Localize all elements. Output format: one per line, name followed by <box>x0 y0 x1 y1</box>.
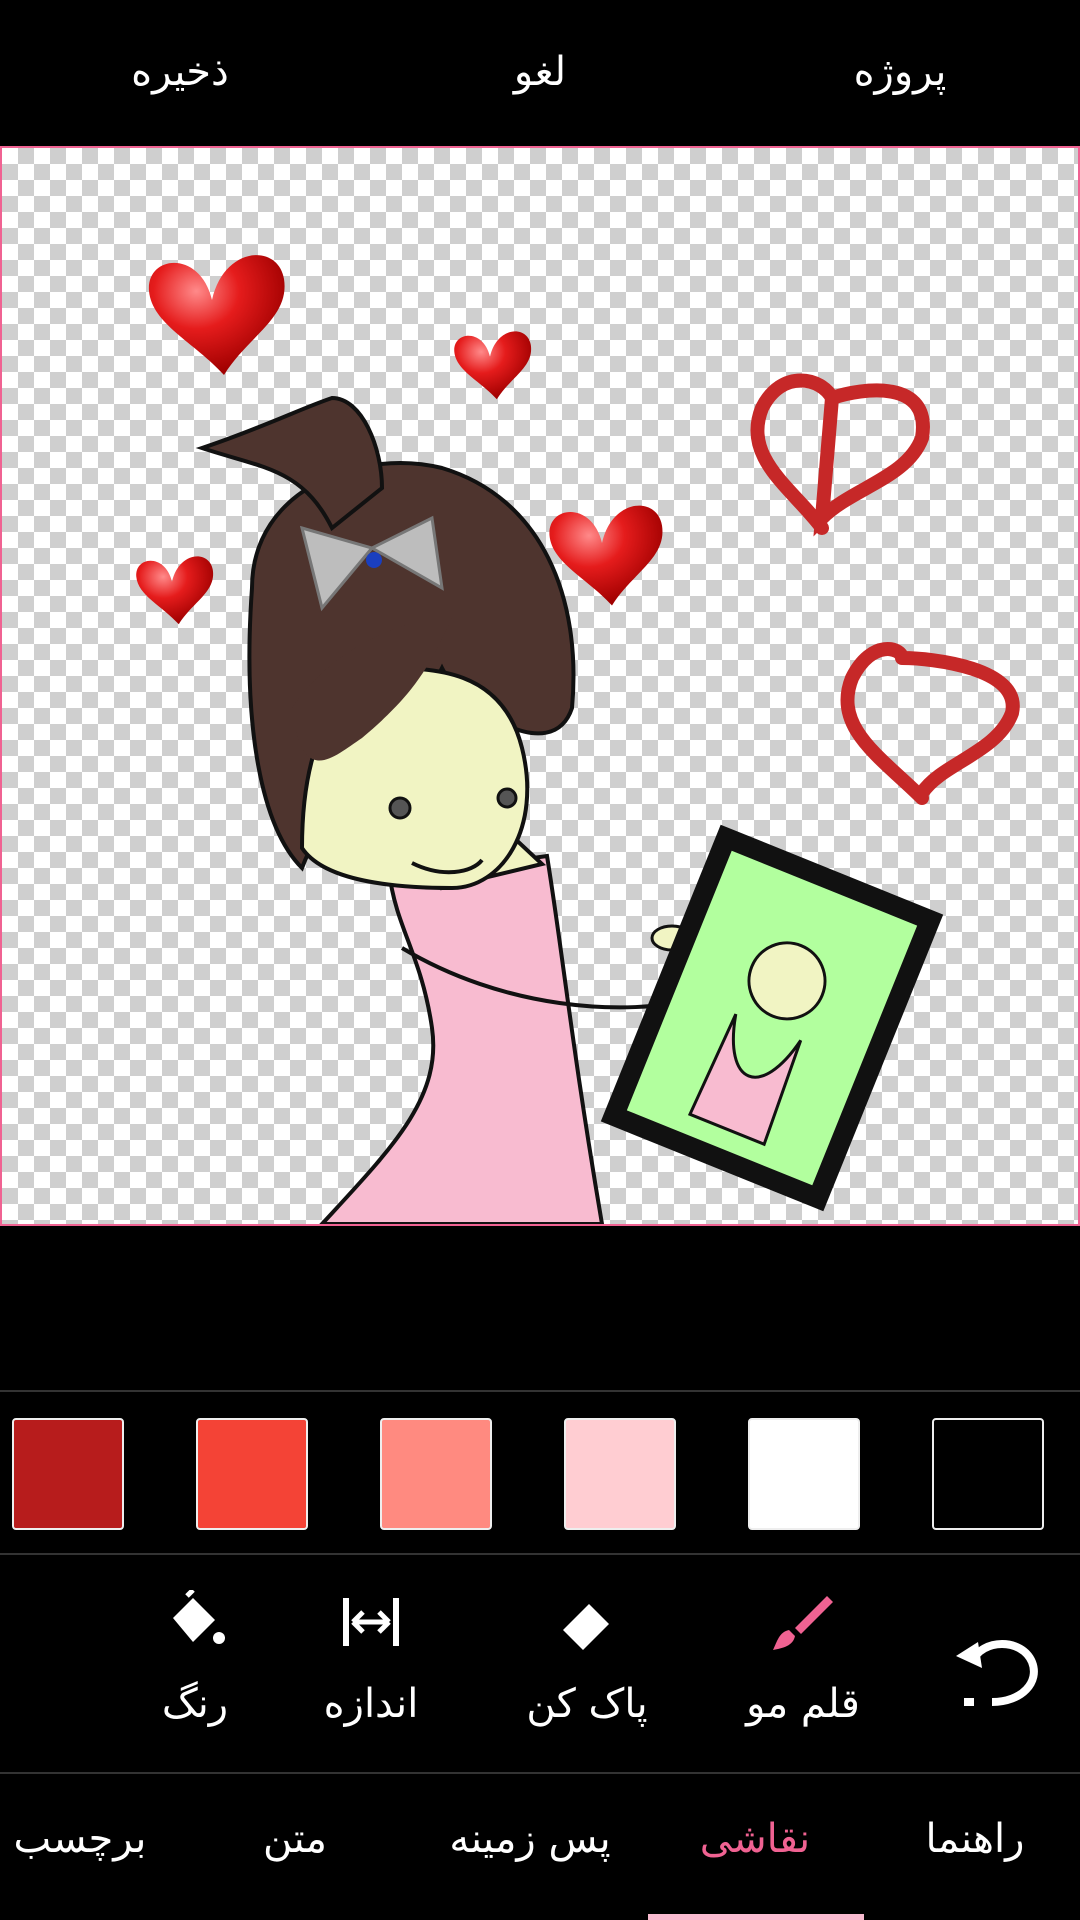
nav-active-indicator <box>648 1914 864 1920</box>
divider <box>0 1390 1080 1392</box>
color-palette <box>0 1394 1080 1554</box>
color-swatch[interactable] <box>748 1418 860 1530</box>
undo-icon[interactable] <box>952 1622 1042 1712</box>
size-tool-label: اندازه <box>323 1681 419 1727</box>
girl-dress <box>319 853 605 1224</box>
paint-bucket-icon <box>173 1590 225 1644</box>
photo-frame <box>600 824 944 1212</box>
heart-sticker-4 <box>136 556 214 625</box>
drawn-heart-1 <box>750 373 930 537</box>
drawn-heart-2 <box>840 642 1020 805</box>
cancel-button[interactable]: لغو <box>430 40 650 104</box>
color-swatch[interactable] <box>12 1418 124 1530</box>
color-swatch[interactable] <box>380 1418 492 1530</box>
fill-tool-label: رنگ <box>161 1681 229 1727</box>
nav-drawing[interactable]: نقاشی <box>680 1804 830 1874</box>
color-swatch[interactable] <box>932 1418 1044 1530</box>
size-tool[interactable]: اندازه <box>286 1556 456 1772</box>
color-swatch[interactable] <box>196 1418 308 1530</box>
heart-sticker-3 <box>549 505 663 606</box>
nav-text[interactable]: متن <box>240 1804 350 1874</box>
canvas-artwork <box>136 255 1020 1224</box>
nav-help[interactable]: راهنما <box>900 1804 1050 1874</box>
color-swatch[interactable] <box>564 1418 676 1530</box>
fill-tool[interactable]: رنگ <box>110 1556 280 1772</box>
brush-tool-label: قلم مو <box>746 1681 860 1727</box>
nav-sticker[interactable]: برچسب <box>0 1804 160 1874</box>
top-bar: پروژه لغو ذخیره <box>0 0 1080 146</box>
eraser-tool-label: پاک کن <box>526 1681 648 1727</box>
brush-tool[interactable]: قلم مو <box>718 1556 888 1772</box>
nav-background[interactable]: پس زمینه <box>430 1804 630 1874</box>
brush-icon <box>773 1596 833 1650</box>
heart-sticker-1 <box>148 255 285 375</box>
resize-icon <box>343 1598 399 1646</box>
bottom-nav: راهنما نقاشی پس زمینه متن برچسب <box>0 1774 1080 1920</box>
project-button[interactable]: پروژه <box>790 40 1010 104</box>
tool-bar: رنگ اندازه پاک کن قلم مو <box>0 1556 1080 1772</box>
divider <box>0 1553 1080 1555</box>
drawing-canvas[interactable] <box>0 146 1080 1226</box>
eraser-icon <box>563 1604 609 1650</box>
eraser-tool[interactable]: پاک کن <box>502 1556 672 1772</box>
heart-sticker-2 <box>454 331 532 400</box>
save-button[interactable]: ذخیره <box>70 40 290 104</box>
